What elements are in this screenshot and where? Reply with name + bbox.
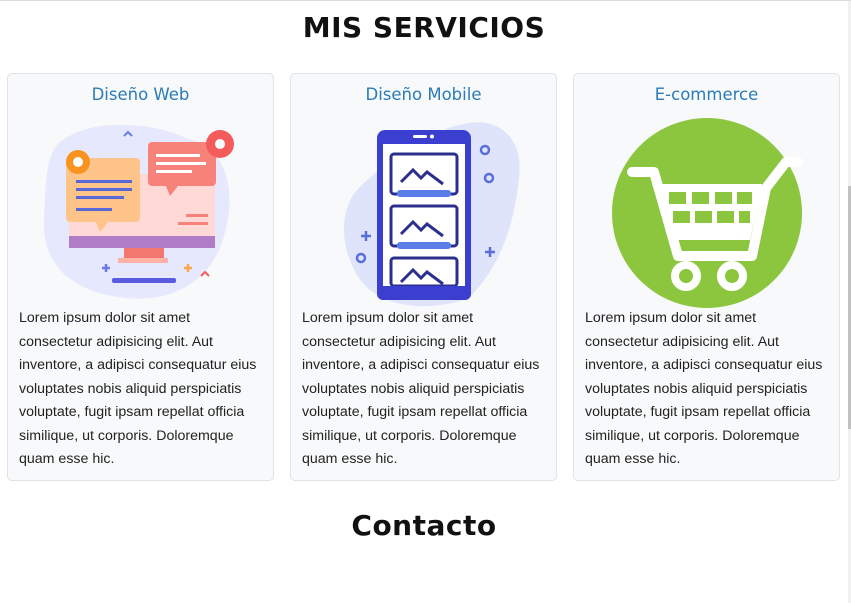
card-title: Diseño Web [91, 85, 190, 104]
page: MIS SERVICIOS Diseño Web Lorem ipsum dol… [0, 0, 851, 603]
card-description: Lorem ipsum dolor sit amet consectetur a… [19, 310, 257, 467]
card-title: E-commerce [654, 85, 759, 104]
section-title-contact: Contacto [351, 509, 497, 542]
mobile-design-illustration [319, 118, 529, 308]
section-title-services: MIS SERVICIOS [302, 11, 546, 44]
card-description: Lorem ipsum dolor sit amet consectetur a… [302, 310, 540, 467]
card-description: Lorem ipsum dolor sit amet consectetur a… [585, 310, 823, 467]
card-title: Diseño Mobile [365, 85, 482, 104]
shopping-cart-icon [602, 118, 812, 308]
service-card-ecommerce: E-commerce Lorem ipsum dolor sit amet co… [573, 73, 840, 481]
service-card-web-design: Diseño Web Lorem ipsum dolor sit amet co… [7, 73, 274, 481]
service-card-mobile-design: Diseño Mobile Lorem ipsum dolor sit amet… [290, 73, 557, 481]
web-design-illustration [36, 118, 246, 308]
